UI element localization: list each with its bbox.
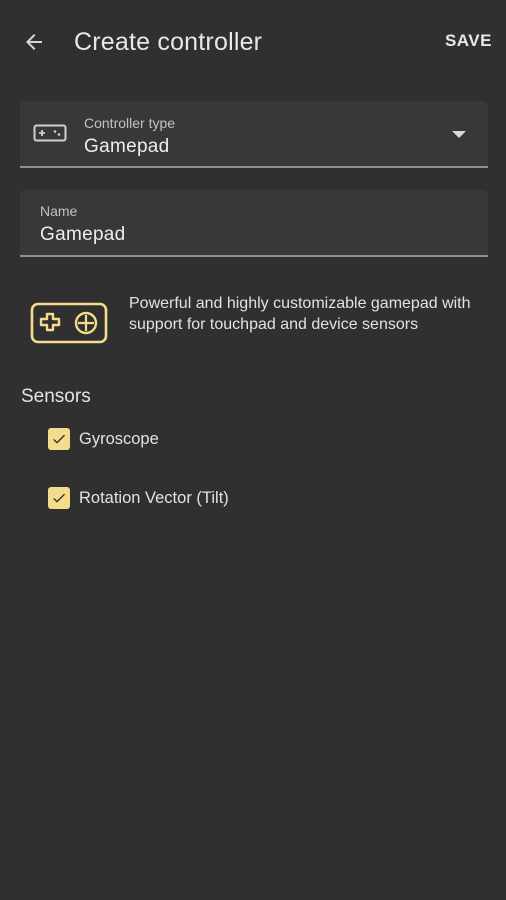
name-field[interactable]: Name xyxy=(20,190,488,257)
gyroscope-checkbox[interactable] xyxy=(48,428,70,450)
controller-type-label: Controller type xyxy=(84,115,176,131)
check-icon xyxy=(53,434,65,444)
controller-description: Powerful and highly customizable gamepad… xyxy=(129,295,471,333)
name-input-wrap xyxy=(40,224,460,246)
save-button[interactable]: SAVE xyxy=(445,31,492,51)
sensors-heading: Sensors xyxy=(21,386,91,407)
gyroscope-label: Gyroscope xyxy=(79,429,159,448)
controller-type-value: Gamepad xyxy=(84,136,170,157)
controller-type-dropdown[interactable]: Controller type Gamepad xyxy=(20,101,488,168)
toolbar: Create controller SAVE xyxy=(0,0,506,88)
dropdown-arrow-icon xyxy=(452,131,466,138)
gyroscope-checkbox-row[interactable]: Gyroscope xyxy=(48,427,159,451)
gamepad-large-icon xyxy=(30,302,108,344)
arrow-back-icon xyxy=(26,34,42,50)
page-title: Create controller xyxy=(74,28,263,56)
create-controller-screen: Create controller SAVE Controller type G… xyxy=(0,0,506,900)
name-label: Name xyxy=(40,203,78,219)
name-input[interactable] xyxy=(40,224,460,246)
rotation-vector-checkbox[interactable] xyxy=(48,487,70,509)
check-icon xyxy=(53,493,65,503)
rotation-vector-label: Rotation Vector (Tilt) xyxy=(79,488,229,507)
back-button[interactable] xyxy=(16,24,52,60)
rotation-vector-checkbox-row[interactable]: Rotation Vector (Tilt) xyxy=(48,486,229,510)
gamepad-icon xyxy=(33,124,67,142)
